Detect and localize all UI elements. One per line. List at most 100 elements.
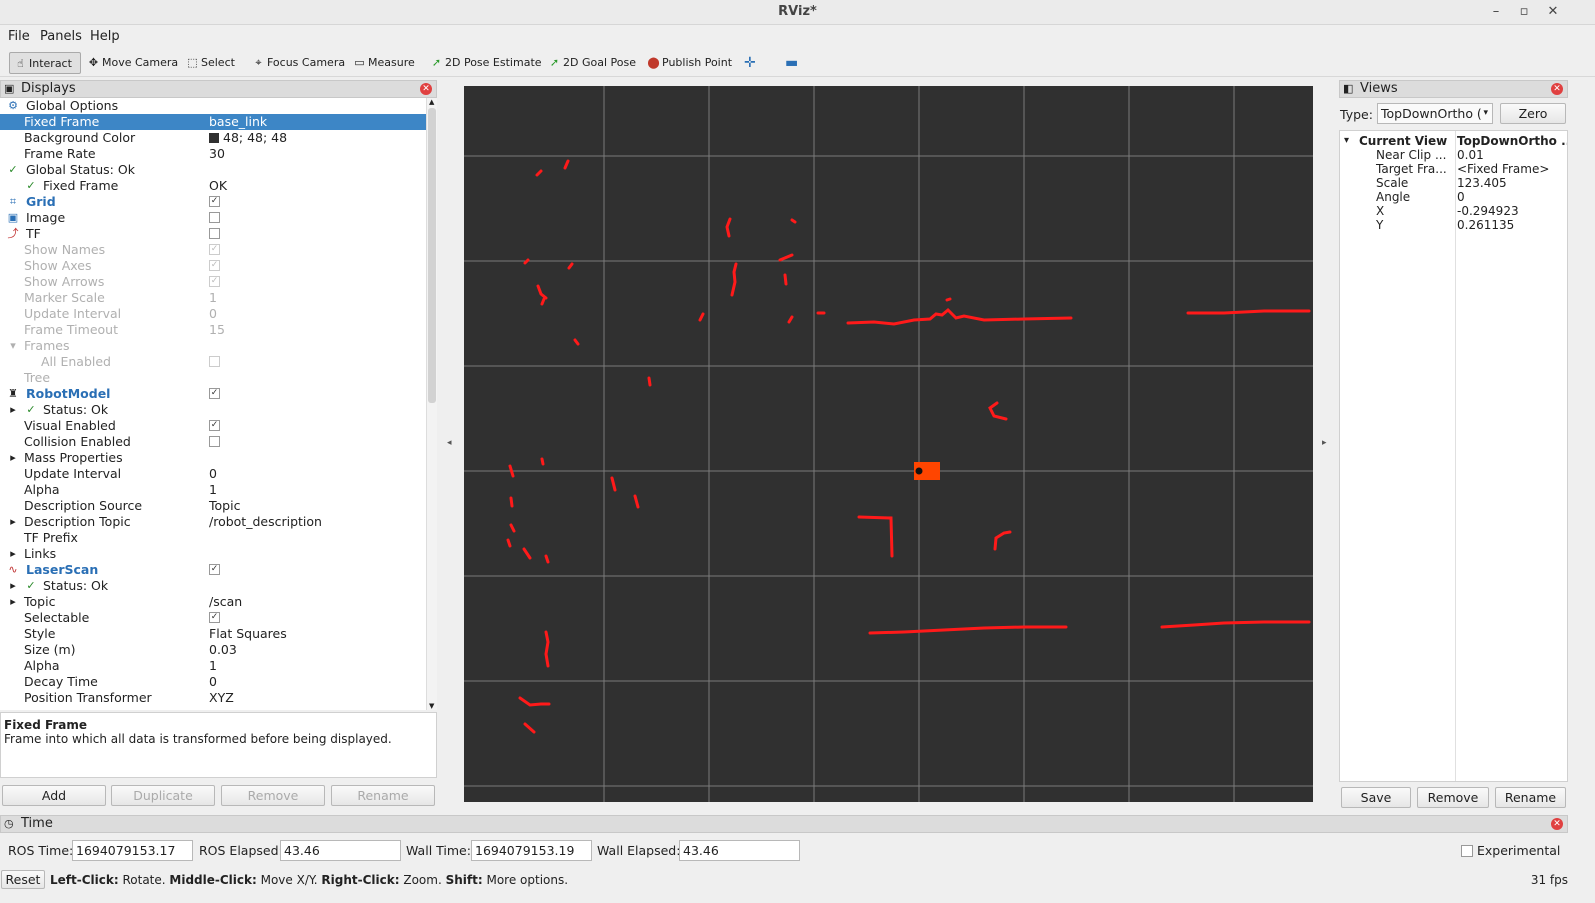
tree-row-fixed-frame[interactable]: Fixed Frame base_link — [0, 114, 426, 130]
chevron-right-icon[interactable]: ▸ — [6, 578, 20, 594]
decay-time-value[interactable]: 0 — [209, 674, 217, 690]
tree-row-all-enabled[interactable]: All Enabled — [0, 354, 426, 370]
tree-row-links[interactable]: ▸ Links — [0, 546, 426, 562]
chevron-right-icon[interactable]: ▸ — [6, 594, 20, 610]
view-prop-row[interactable]: Y 0.261135 — [1340, 218, 1567, 232]
description-source-value[interactable]: Topic — [209, 498, 240, 514]
zero-button[interactable]: Zero — [1500, 103, 1566, 124]
tree-row-robot-update-interval[interactable]: Update Interval 0 — [0, 466, 426, 482]
tree-row-tf-prefix[interactable]: TF Prefix — [0, 530, 426, 546]
chevron-right-icon[interactable]: ▸ — [6, 546, 20, 562]
remove-display-button[interactable]: Remove — [221, 785, 325, 806]
tree-row-frames[interactable]: ▾ Frames — [0, 338, 426, 354]
view-type-select[interactable]: TopDownOrtho ( ▾ — [1377, 103, 1493, 124]
visual-enabled-checkbox[interactable]: ✓ — [209, 420, 220, 431]
wall-elapsed-field[interactable]: 43.46 — [679, 840, 800, 861]
remove-tool-icon[interactable]: ▬ — [781, 52, 802, 74]
tree-row-description-topic[interactable]: ▸ Description Topic /robot_description — [0, 514, 426, 530]
move-camera-tool-button[interactable]: ✥ Move Camera — [83, 52, 182, 74]
marker-scale-value[interactable]: 1 — [209, 290, 217, 306]
tf-enabled-checkbox[interactable] — [209, 228, 220, 239]
tree-row-global-status[interactable]: ✓ Global Status: Ok — [0, 162, 426, 178]
rename-display-button[interactable]: Rename — [331, 785, 435, 806]
view-prop-row[interactable]: X -0.294923 — [1340, 204, 1567, 218]
laser-alpha-value[interactable]: 1 — [209, 658, 217, 674]
close-panel-icon[interactable]: ✕ — [1551, 83, 1563, 95]
view-prop-row[interactable]: Near Clip ... 0.01 — [1340, 148, 1567, 162]
ros-time-field[interactable]: 1694079153.17 — [72, 840, 193, 861]
tree-row-topic[interactable]: ▸ Topic /scan — [0, 594, 426, 610]
experimental-checkbox[interactable] — [1461, 845, 1473, 857]
scroll-up-icon[interactable]: ▲ — [429, 98, 434, 106]
tree-row-frame-rate[interactable]: Frame Rate 30 — [0, 146, 426, 162]
menu-file[interactable]: File — [8, 29, 30, 44]
rename-view-button[interactable]: Rename — [1495, 787, 1566, 808]
remove-view-button[interactable]: Remove — [1417, 787, 1489, 808]
measure-tool-button[interactable]: ▭ Measure — [349, 52, 419, 74]
close-window-icon[interactable]: ✕ — [1542, 3, 1564, 21]
tree-row-robot-model[interactable]: ♜ RobotModel ✓ — [0, 386, 426, 402]
tree-row-laser-alpha[interactable]: Alpha 1 — [0, 658, 426, 674]
chevron-down-icon[interactable]: ▾ — [6, 338, 20, 354]
tree-row-description-source[interactable]: Description Source Topic — [0, 498, 426, 514]
tree-row-marker-scale[interactable]: Marker Scale 1 — [0, 290, 426, 306]
tree-row-image[interactable]: ▣ Image — [0, 210, 426, 226]
add-display-button[interactable]: Add — [2, 785, 106, 806]
topic-value[interactable]: /scan — [209, 594, 242, 610]
tree-row-collision-enabled[interactable]: Collision Enabled — [0, 434, 426, 450]
displays-scrollbar[interactable]: ▲ ▼ — [426, 98, 437, 710]
tree-row-frame-timeout[interactable]: Frame Timeout 15 — [0, 322, 426, 338]
chevron-right-icon[interactable]: ▸ — [6, 402, 20, 418]
tree-row-fixed-frame-status[interactable]: ✓ Fixed Frame OK — [0, 178, 426, 194]
pose-estimate-tool-button[interactable]: ➚ 2D Pose Estimate — [426, 52, 546, 74]
view-prop-row[interactable]: Scale 123.405 — [1340, 176, 1567, 190]
save-view-button[interactable]: Save — [1341, 787, 1411, 808]
tree-row-show-arrows[interactable]: Show Arrows ✓ — [0, 274, 426, 290]
all-enabled-checkbox[interactable] — [209, 356, 220, 367]
publish-point-tool-button[interactable]: ⬤ Publish Point — [643, 52, 736, 74]
ros-elapsed-field[interactable]: 43.46 — [280, 840, 401, 861]
tree-row-grid[interactable]: ⌗ Grid ✓ — [0, 194, 426, 210]
collapse-left-icon[interactable]: ◂ — [447, 438, 452, 448]
tree-row-visual-enabled[interactable]: Visual Enabled ✓ — [0, 418, 426, 434]
fixed-frame-value[interactable]: base_link — [209, 114, 267, 130]
tree-row-decay-time[interactable]: Decay Time 0 — [0, 674, 426, 690]
frame-rate-value[interactable]: 30 — [209, 146, 225, 162]
select-tool-button[interactable]: ⬚ Select — [182, 52, 239, 74]
tree-row-laser-scan[interactable]: ∿ LaserScan ✓ — [0, 562, 426, 578]
interact-tool-button[interactable]: ☝ Interact — [9, 52, 81, 74]
tree-row-selectable[interactable]: Selectable ✓ — [0, 610, 426, 626]
tree-row-tf[interactable]: ⤴ TF — [0, 226, 426, 242]
scrollbar-thumb[interactable] — [428, 108, 436, 403]
wall-time-field[interactable]: 1694079153.19 — [471, 840, 592, 861]
menu-help[interactable]: Help — [90, 29, 120, 44]
minimize-icon[interactable]: – — [1485, 3, 1507, 21]
frame-timeout-value[interactable]: 15 — [209, 322, 225, 338]
reset-button[interactable]: Reset — [1, 870, 45, 889]
tree-row-show-axes[interactable]: Show Axes ✓ — [0, 258, 426, 274]
robot-update-interval-value[interactable]: 0 — [209, 466, 217, 482]
robot-alpha-value[interactable]: 1 — [209, 482, 217, 498]
duplicate-display-button[interactable]: Duplicate — [111, 785, 215, 806]
tree-row-robot-alpha[interactable]: Alpha 1 — [0, 482, 426, 498]
render-viewport[interactable] — [464, 86, 1313, 802]
style-value[interactable]: Flat Squares — [209, 626, 287, 642]
tree-row-laser-status[interactable]: ▸ ✓ Status: Ok — [0, 578, 426, 594]
tree-row-tree[interactable]: Tree — [0, 370, 426, 386]
tree-row-mass-properties[interactable]: ▸ Mass Properties — [0, 450, 426, 466]
tree-row-robot-status[interactable]: ▸ ✓ Status: Ok — [0, 402, 426, 418]
view-prop-row[interactable]: Target Fra... <Fixed Frame> — [1340, 162, 1567, 176]
grid-enabled-checkbox[interactable]: ✓ — [209, 196, 220, 207]
menu-panels[interactable]: Panels — [40, 29, 82, 44]
collision-enabled-checkbox[interactable] — [209, 436, 220, 447]
tree-row-global-options[interactable]: ⚙ Global Options — [0, 98, 426, 114]
chevron-down-icon[interactable]: ▾ — [1344, 134, 1349, 148]
robot-model-enabled-checkbox[interactable]: ✓ — [209, 388, 220, 399]
tree-row-style[interactable]: Style Flat Squares — [0, 626, 426, 642]
tree-row-position-transformer[interactable]: Position Transformer XYZ — [0, 690, 426, 706]
view-prop-row[interactable]: Angle 0 — [1340, 190, 1567, 204]
current-view-row[interactable]: ▾ Current View TopDownOrtho ... — [1340, 134, 1567, 148]
chevron-right-icon[interactable]: ▸ — [6, 514, 20, 530]
goal-pose-tool-button[interactable]: ➚ 2D Goal Pose — [544, 52, 640, 74]
close-panel-icon[interactable]: ✕ — [420, 83, 432, 95]
